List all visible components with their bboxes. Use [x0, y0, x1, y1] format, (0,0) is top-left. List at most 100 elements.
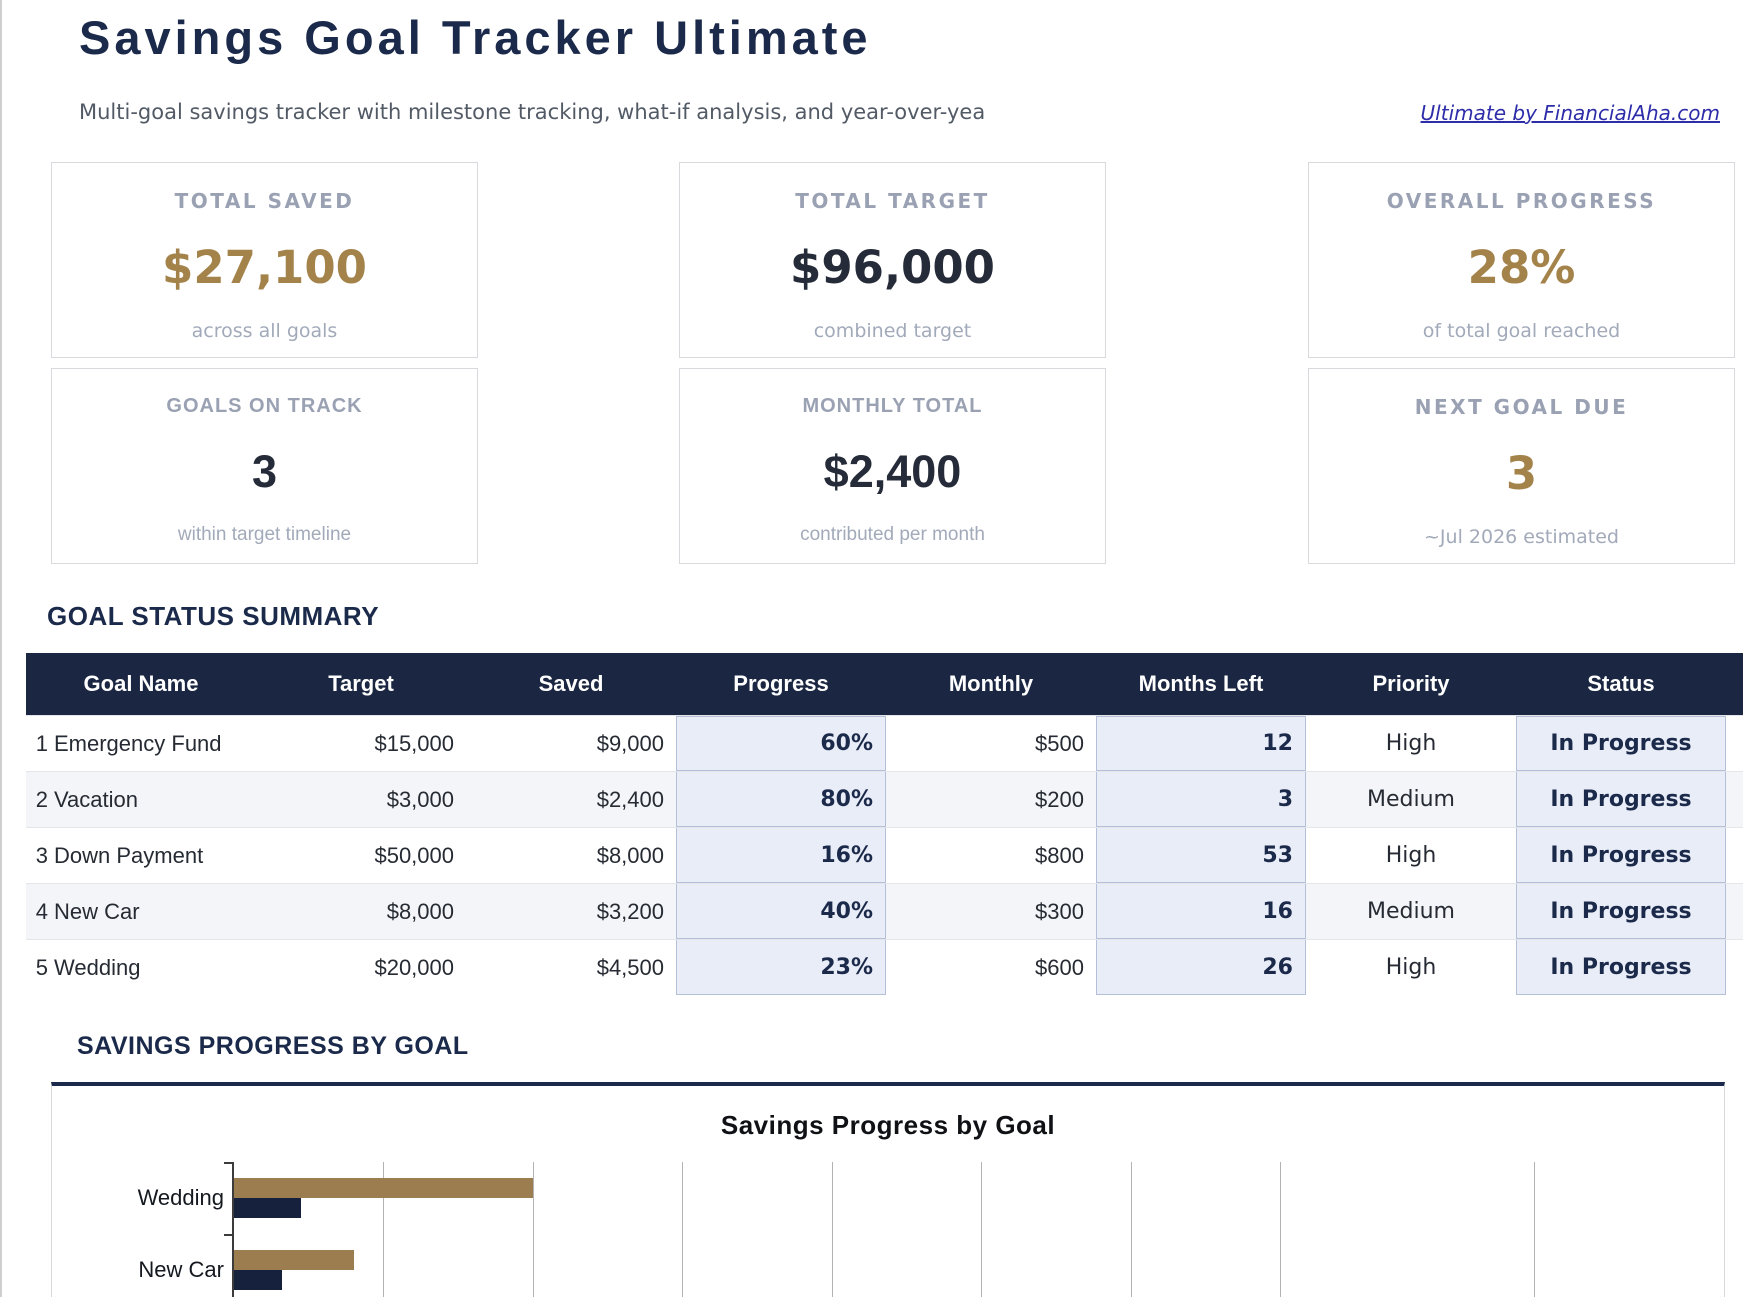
table-row-new-car: 4 New Car $8,000 $3,200 40% $300 16 Medi…: [26, 883, 1743, 939]
chart-gridline: [682, 1162, 683, 1297]
cell-progress: 23%: [676, 940, 886, 995]
cell-priority: High: [1306, 828, 1516, 883]
column-header-progress: Progress: [676, 653, 886, 715]
page-title: Savings Goal Tracker Ultimate: [79, 10, 872, 65]
savings-tracker-page: Savings Goal Tracker Ultimate Multi-goal…: [0, 0, 1743, 1297]
card-next-goal-due: NEXT GOAL DUE 3 ~Jul 2026 estimated: [1308, 368, 1735, 564]
cell-saved: $9,000: [466, 716, 676, 771]
cell-months-left: 16: [1096, 884, 1306, 939]
cell-row-number: 1: [26, 716, 48, 771]
cell-priority: Medium: [1306, 772, 1516, 827]
cell-filler: [1726, 828, 1743, 883]
table-row-emergency-fund: 1 Emergency Fund $15,000 $9,000 60% $500…: [26, 715, 1743, 771]
column-header-priority: Priority: [1306, 653, 1516, 715]
cell-saved: $4,500: [466, 940, 676, 995]
chart-container: Savings Progress by Goal WeddingNew CarD…: [51, 1082, 1725, 1297]
card-value: $27,100: [52, 241, 477, 294]
card-value: 28%: [1309, 241, 1734, 294]
card-total-saved: TOTAL SAVED $27,100 across all goals: [51, 162, 478, 358]
chart-gridline: [832, 1162, 833, 1297]
card-overall-progress: OVERALL PROGRESS 28% of total goal reach…: [1308, 162, 1735, 358]
cell-months-left: 53: [1096, 828, 1306, 883]
cell-target: $50,000: [256, 828, 466, 883]
card-label: TOTAL SAVED: [52, 189, 477, 213]
card-value: $96,000: [680, 241, 1105, 294]
cell-monthly: $600: [886, 940, 1096, 995]
cell-saved: $3,200: [466, 884, 676, 939]
card-goals-on-track: GOALS ON TRACK 3 within target timeline: [51, 368, 478, 564]
cell-target: $15,000: [256, 716, 466, 771]
section-heading-savings-progress: SAVINGS PROGRESS BY GOAL: [77, 1032, 469, 1061]
brand-link[interactable]: Ultimate by FinancialAha.com: [1421, 101, 1720, 125]
cell-target: $8,000: [256, 884, 466, 939]
cell-filler: [1726, 884, 1743, 939]
cell-status: In Progress: [1516, 716, 1726, 771]
cell-target: $20,000: [256, 940, 466, 995]
cell-progress: 40%: [676, 884, 886, 939]
table-row-vacation: 2 Vacation $3,000 $2,400 80% $200 3 Medi…: [26, 771, 1743, 827]
chart-axis-tick: [224, 1234, 234, 1236]
table-header-row: Goal Name Target Saved Progress Monthly …: [26, 653, 1743, 715]
column-header-monthly: Monthly: [886, 653, 1096, 715]
card-label: NEXT GOAL DUE: [1309, 395, 1734, 419]
card-value: $2,400: [680, 446, 1105, 498]
cell-progress: 16%: [676, 828, 886, 883]
column-header-goal-name: Goal Name: [26, 653, 256, 715]
cell-progress: 80%: [676, 772, 886, 827]
cell-months-left: 12: [1096, 716, 1306, 771]
cell-row-number: 2: [26, 772, 48, 827]
cell-monthly: $800: [886, 828, 1096, 883]
goal-status-table: Goal Name Target Saved Progress Monthly …: [26, 653, 1743, 995]
card-sub: combined target: [680, 320, 1105, 342]
chart-gridline: [981, 1162, 982, 1297]
chart-axis-tick: [224, 1162, 234, 1164]
cell-progress: 60%: [676, 716, 886, 771]
cell-goal-name: Wedding: [48, 940, 256, 995]
chart-category-label: Wedding: [34, 1185, 224, 1211]
cell-status: In Progress: [1516, 940, 1726, 995]
card-label: TOTAL TARGET: [680, 189, 1105, 213]
column-header-months-left: Months Left: [1096, 653, 1306, 715]
cell-goal-name: Vacation: [48, 772, 256, 827]
card-value: 3: [52, 446, 477, 498]
chart-gridline: [1280, 1162, 1281, 1297]
card-label: OVERALL PROGRESS: [1309, 189, 1734, 213]
cell-priority: Medium: [1306, 884, 1516, 939]
cell-filler: [1726, 940, 1743, 995]
cell-goal-name: New Car: [48, 884, 256, 939]
cell-saved: $8,000: [466, 828, 676, 883]
cell-goal-name: Emergency Fund: [48, 716, 256, 771]
card-sub: ~Jul 2026 estimated: [1309, 526, 1734, 548]
card-value: 3: [1309, 447, 1734, 500]
cell-priority: High: [1306, 716, 1516, 771]
section-heading-goal-status: GOAL STATUS SUMMARY: [47, 601, 379, 632]
cell-target: $3,000: [256, 772, 466, 827]
table-row-wedding: 5 Wedding $20,000 $4,500 23% $600 26 Hig…: [26, 939, 1743, 995]
card-sub: across all goals: [52, 320, 477, 342]
card-monthly-total: MONTHLY TOTAL $2,400 contributed per mon…: [679, 368, 1106, 564]
card-sub: contributed per month: [680, 524, 1105, 546]
card-label: MONTHLY TOTAL: [680, 395, 1105, 418]
table-row-down-payment: 3 Down Payment $50,000 $8,000 16% $800 5…: [26, 827, 1743, 883]
cell-months-left: 3: [1096, 772, 1306, 827]
cell-status: In Progress: [1516, 828, 1726, 883]
chart-bar-target: [234, 1178, 533, 1198]
chart-gridline: [533, 1162, 534, 1297]
cell-monthly: $200: [886, 772, 1096, 827]
chart-gridline: [1131, 1162, 1132, 1297]
cell-row-number: 3: [26, 828, 48, 883]
chart-bar-saved: [234, 1270, 282, 1290]
card-label: GOALS ON TRACK: [52, 395, 477, 418]
cell-priority: High: [1306, 940, 1516, 995]
column-header-filler: [1726, 653, 1743, 715]
cell-row-number: 4: [26, 884, 48, 939]
card-sub: within target timeline: [52, 524, 477, 546]
cell-status: In Progress: [1516, 772, 1726, 827]
chart-bar-saved: [234, 1198, 301, 1218]
chart-frame-right: [1534, 1162, 1535, 1297]
card-sub: of total goal reached: [1309, 320, 1734, 342]
page-subtitle: Multi-goal savings tracker with mileston…: [79, 100, 985, 124]
cell-monthly: $500: [886, 716, 1096, 771]
chart-title: Savings Progress by Goal: [52, 1110, 1724, 1141]
cell-filler: [1726, 716, 1743, 771]
